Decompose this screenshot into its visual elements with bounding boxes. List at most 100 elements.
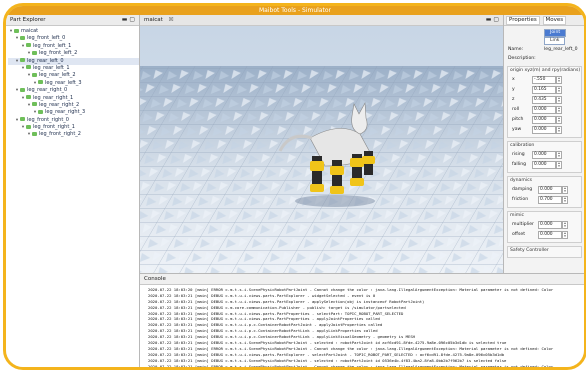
part-icon [26,65,31,70]
tree-item-label: leg_rear_right_2 [39,101,80,108]
part-icon [26,124,31,129]
field-input[interactable]: 0.000 [538,186,562,194]
tree-item[interactable]: ▾ leg_front_right_2 [8,131,139,138]
field-input[interactable]: 0.000 [532,116,556,124]
tree-item[interactable]: ▾ leg_front_right_0 [8,117,139,124]
part-icon [32,131,37,136]
dynamics-fields: damping 0.000 ▴ ▾ friction 0.700 ▴ ▾ [508,185,581,205]
field-row: friction 0.700 ▴ ▾ [508,195,581,205]
simulator-viewport: maicat ☒ ▬ ▢ [140,15,503,273]
minimize-maximize-icon[interactable]: ▬ ▢ [486,15,499,25]
field-input[interactable]: 0.165 [532,86,556,94]
field-label: friction [512,197,529,202]
field-input[interactable]: -.550 [532,76,556,84]
part-tree: ▾ maicat ▾ leg_front_left_0 ▾ leg_front_left_… [6,26,139,139]
tab-moves[interactable]: Moves [542,16,567,25]
properties-tabs: Properties Moves [504,15,584,26]
tab-properties[interactable]: Properties [506,16,540,25]
part-explorer-panel: Part Explorer ▬ ▢ ▾ maicat ▾ leg_front_left… [6,15,140,367]
link-segment[interactable]: Link [544,37,566,45]
close-icon[interactable]: ☒ [169,17,174,23]
console-log[interactable]: 2020-07-22 18:03:20 [main] ERROR c.m.t.s… [140,285,584,367]
field-row: y 0.165 ▴ ▾ [508,85,581,95]
minimize-maximize-icon[interactable]: ▬ ▢ [122,15,135,25]
part-icon [20,35,25,40]
field-row: roll 0.000 ▴ ▾ [508,105,581,115]
field-label: pitch [512,117,524,122]
tree-item[interactable]: ▾ leg_rear_right_0 [8,87,139,94]
tree-item[interactable]: ▾ maicat [8,28,139,35]
spinner-icon[interactable]: ▴ ▾ [562,231,568,239]
tree-item[interactable]: ▾ leg_front_left_0 [8,35,139,42]
viewport-tab-label: maicat [144,17,163,23]
spinner-icon[interactable]: ▴ ▾ [556,161,562,169]
joint-segment[interactable]: Joint [544,29,567,37]
field-input[interactable]: 0.435 [532,96,556,104]
field-label: falling [512,162,527,167]
tree-item[interactable]: ▾ leg_rear_right_1 [8,95,139,102]
spinner-icon[interactable]: ▴ ▾ [562,186,568,194]
spinner-icon[interactable]: ▴ ▾ [556,151,562,159]
name-value: leg_rear_left_0 [544,47,578,52]
spinner-icon[interactable]: ▴ ▾ [556,106,562,114]
tree-item[interactable]: ▾ leg_rear_left_0 [8,57,139,65]
tree-item[interactable]: ▾ leg_front_left_1 [8,43,139,50]
origin-group: origin xyz(m) and rpy(radians) x -.550 ▴ ▾ y… [507,66,582,138]
calibration-title: calibration [510,143,535,148]
calibration-fields: rising 0.000 ▴ ▾ falling 0.000 ▴ ▾ [508,150,581,170]
field-input[interactable]: 0.000 [532,161,556,169]
spinner-icon[interactable]: ▴ ▾ [556,86,562,94]
console-tab[interactable]: Console [140,274,584,285]
spinner-icon[interactable]: ▴ ▾ [562,221,568,229]
field-row: yaw 0.000 ▴ ▾ [508,125,581,135]
field-label: y [512,87,515,92]
tree-item-label: leg_rear_left_2 [39,72,76,79]
3d-scene[interactable] [140,26,503,273]
viewport-tab[interactable]: maicat ☒ ▬ ▢ [140,15,503,26]
field-row: offset 0.000 ▴ ▾ [508,230,581,240]
field-input[interactable]: 0.000 [532,126,556,134]
tree-item[interactable]: ▾ leg_rear_right_3 [8,109,139,116]
description-label: Description: [508,56,536,61]
tree-item-label: leg_front_right_2 [39,131,81,138]
spinner-icon[interactable]: ▴ ▾ [556,116,562,124]
part-explorer-tab[interactable]: Part Explorer ▬ ▢ [6,15,139,26]
origin-title: origin xyz(m) and rpy(radians) [510,68,581,73]
field-label: roll [512,107,520,112]
part-icon [38,109,43,114]
part-icon [32,102,37,107]
tree-item[interactable]: ▾ leg_rear_right_2 [8,102,139,109]
spinner-icon[interactable]: ▴ ▾ [556,126,562,134]
tree-item-label: leg_rear_left_3 [45,79,82,86]
field-input[interactable]: 0.000 [538,231,562,239]
field-label: x [512,77,515,82]
tree-item[interactable]: ▾ leg_rear_left_1 [8,65,139,72]
field-row: falling 0.000 ▴ ▾ [508,160,581,170]
field-row: damping 0.000 ▴ ▾ [508,185,581,195]
part-icon [32,72,37,77]
tree-item[interactable]: ▾ leg_front_left_2 [8,50,139,57]
spinner-icon[interactable]: ▴ ▾ [562,196,568,204]
part-icon [38,80,43,85]
field-input[interactable]: 0.000 [532,106,556,114]
field-input[interactable]: 0.000 [538,221,562,229]
calibration-group: calibration rising 0.000 ▴ ▾ falling 0.000 ▴ ▾ [507,141,582,173]
part-explorer-tab-label: Part Explorer [10,17,46,23]
tree-item[interactable]: ▾ leg_rear_left_2 [8,72,139,79]
part-icon [20,58,25,63]
tree-item[interactable]: ▾ leg_front_right_1 [8,124,139,131]
tree-item-label: maicat [21,28,39,34]
field-label: yaw [512,127,522,132]
safety-group: Safety Controller [507,246,582,258]
field-label: offset [512,232,525,237]
console-tab-label: Console [144,276,166,282]
origin-fields: x -.550 ▴ ▾ y 0.165 ▴ ▾ z 0.435 ▴ ▾ roll 0.000 ▴ ▾ pitch… [508,75,581,135]
field-row: multiplier 0.000 ▴ ▾ [508,220,581,230]
field-input[interactable]: 0.000 [532,151,556,159]
part-icon [26,95,31,100]
tree-item[interactable]: ▾ leg_rear_left_3 [8,80,139,87]
name-row: Name: leg_rear_left_0 [504,45,584,54]
spinner-icon[interactable]: ▴ ▾ [556,96,562,104]
spinner-icon[interactable]: ▴ ▾ [556,76,562,84]
field-input[interactable]: 0.700 [538,196,562,204]
